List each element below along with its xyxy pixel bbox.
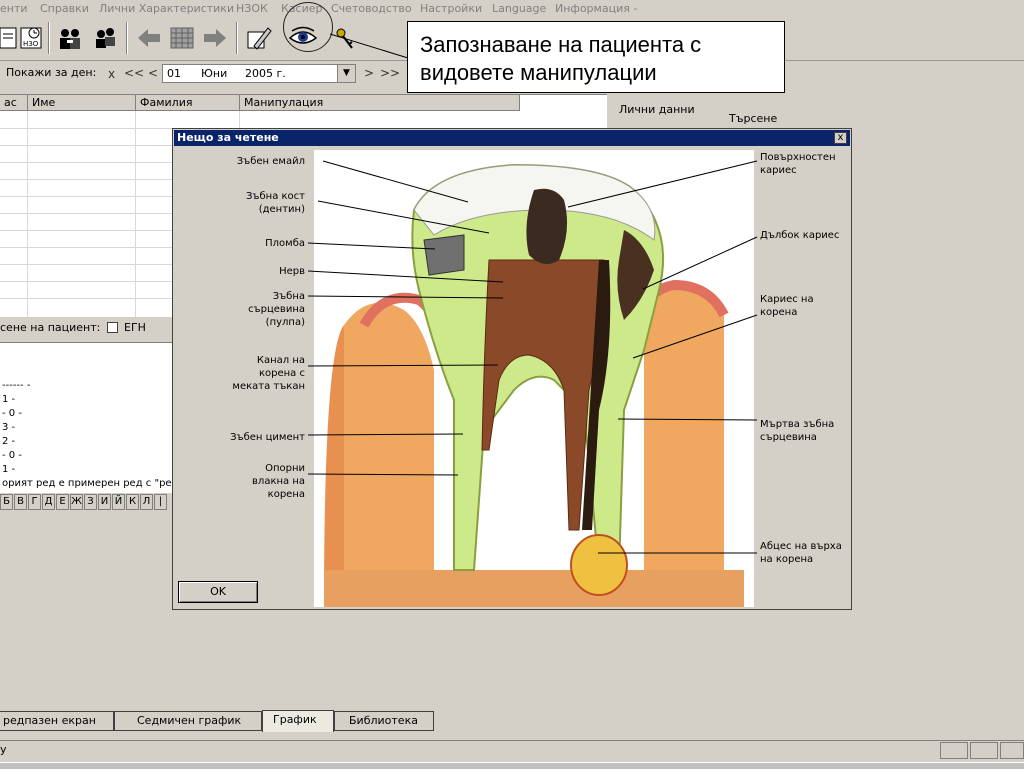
svg-text:НЗО: НЗО bbox=[23, 40, 39, 48]
status-bar: y bbox=[0, 740, 1024, 761]
label-pulp: Зъбна сърцевина (пулпа) bbox=[248, 291, 305, 328]
date-year: 2005 г. bbox=[245, 67, 286, 80]
egn-checkbox[interactable] bbox=[107, 322, 118, 333]
letter-button[interactable]: З bbox=[84, 494, 97, 510]
patient-search-label: сене на пациент: bbox=[0, 321, 101, 334]
status-panel bbox=[940, 742, 968, 759]
callout-box: Запознаване на пациента с видовете манип… bbox=[407, 21, 785, 93]
letter-button[interactable]: К bbox=[126, 494, 139, 510]
menu-item-accounting[interactable]: Счетоводство bbox=[331, 2, 412, 15]
clear-date-button[interactable]: x bbox=[108, 67, 115, 81]
dialog-title-bar[interactable]: Нещо за четене x bbox=[174, 130, 850, 146]
prev-button[interactable]: < bbox=[148, 66, 158, 80]
list-item: орият ред е примерен ред с "ре bbox=[2, 478, 172, 489]
dialog-title: Нещо за четене bbox=[177, 131, 279, 144]
label-root-abscess: Абцес на върха на корена bbox=[760, 541, 842, 565]
letter-button[interactable]: | bbox=[154, 494, 167, 510]
letter-button[interactable]: Л bbox=[140, 494, 153, 510]
patients-edit-icon[interactable] bbox=[90, 22, 120, 54]
date-field[interactable]: 01 Юни 2005 г. ▼ bbox=[162, 64, 356, 83]
list-item: ------ - bbox=[2, 380, 31, 391]
alphabet-filter: Б В Г Д Е Ж З И Й К Л | bbox=[0, 494, 172, 512]
next-fast-button[interactable]: >> bbox=[380, 66, 400, 80]
menu-item-information[interactable]: Информация - bbox=[555, 2, 637, 15]
tab-library[interactable]: Библиотека bbox=[334, 711, 434, 731]
label-deep-caries: Дълбок кариес bbox=[760, 230, 840, 241]
back-arrow-icon[interactable] bbox=[134, 22, 164, 54]
label-cementum: Зъбен цимент bbox=[230, 432, 305, 443]
menu-item-language[interactable]: Language bbox=[492, 2, 546, 15]
tooth-illustration bbox=[314, 150, 754, 607]
menu-item-settings[interactable]: Настройки bbox=[420, 2, 482, 15]
close-icon[interactable]: x bbox=[834, 132, 847, 144]
letter-button[interactable]: И bbox=[98, 494, 111, 510]
show-for-day-label: Покажи за ден: bbox=[6, 66, 97, 79]
list-item: 3 - bbox=[2, 422, 16, 433]
letter-button[interactable]: Ж bbox=[70, 494, 83, 510]
column-header-time[interactable]: ас bbox=[0, 95, 28, 111]
letter-button[interactable]: В bbox=[14, 494, 27, 510]
status-text: y bbox=[0, 743, 7, 756]
column-header-surname[interactable]: Фамилия bbox=[136, 95, 240, 111]
egn-label: ЕГН bbox=[124, 321, 146, 334]
list-item: 2 - bbox=[2, 436, 16, 447]
letter-button[interactable]: Д bbox=[42, 494, 55, 510]
date-month: Юни bbox=[201, 67, 228, 80]
reading-dialog: Нещо за четене x Зъбен емайл Зъбна кост … bbox=[172, 128, 852, 610]
letter-button[interactable]: Б bbox=[0, 494, 13, 510]
ok-button[interactable]: OK bbox=[178, 581, 258, 603]
menu-item-nzok[interactable]: НЗОК bbox=[236, 2, 268, 15]
list-item: 1 - bbox=[2, 464, 16, 475]
letter-button[interactable]: Г bbox=[28, 494, 41, 510]
personal-data-tab[interactable]: Лични данни bbox=[619, 103, 695, 116]
highlight-circle bbox=[283, 2, 333, 52]
patient-search-row: сене на пациент: ЕГН bbox=[0, 318, 172, 338]
patients-icon[interactable] bbox=[55, 22, 85, 54]
key-icon[interactable] bbox=[330, 22, 360, 54]
prev-fast-button[interactable]: << bbox=[124, 66, 144, 80]
status-panel bbox=[1000, 742, 1024, 759]
date-day: 01 bbox=[167, 67, 181, 80]
label-root-caries: Кариес на корена bbox=[760, 294, 814, 318]
label-enamel: Зъбен емайл bbox=[236, 156, 305, 167]
status-panel bbox=[970, 742, 998, 759]
next-button[interactable]: > bbox=[364, 66, 374, 80]
column-header-manipulation[interactable]: Манипулация bbox=[240, 95, 520, 111]
letter-button[interactable]: Е bbox=[56, 494, 69, 510]
label-surface-caries: Повърхностен кариес bbox=[760, 152, 836, 176]
label-root-fibers: Опорни влакна на корена bbox=[252, 463, 305, 500]
column-header-name[interactable]: Име bbox=[28, 95, 136, 111]
callout-text: Запознаване на пациента с видовете манип… bbox=[420, 32, 702, 85]
menu-item-reports[interactable]: Справки bbox=[40, 2, 89, 15]
list-item: - 0 - bbox=[2, 450, 22, 461]
label-dentin: Зъбна кост (дентин) bbox=[246, 191, 305, 215]
menu-item-personal-characteristics[interactable]: Лични Характеристики bbox=[99, 2, 234, 15]
label-nerve: Нерв bbox=[279, 266, 305, 277]
tab-weekly-schedule[interactable]: Седмичен график bbox=[114, 711, 262, 731]
info-list: ------ - 1 - - 0 - 3 - 2 - - 0 - 1 - ори… bbox=[0, 342, 172, 493]
list-item: - 0 - bbox=[2, 408, 22, 419]
grid-icon[interactable] bbox=[167, 22, 197, 54]
label-dead-pulp: Мъртва зъбна сърцевина bbox=[760, 419, 835, 443]
label-filling: Пломба bbox=[265, 238, 305, 249]
menu-item-clients[interactable]: енти bbox=[0, 2, 28, 15]
tab-screensaver[interactable]: редпазен екран bbox=[0, 711, 114, 731]
letter-button[interactable]: Й bbox=[112, 494, 125, 510]
tab-schedule[interactable]: График bbox=[262, 710, 334, 732]
list-item: 1 - bbox=[2, 394, 16, 405]
forward-arrow-icon[interactable] bbox=[200, 22, 230, 54]
calendar-icon[interactable]: НЗО bbox=[16, 22, 46, 54]
menu-bar: енти Справки Лични Характеристики НЗОК К… bbox=[0, 0, 1024, 18]
label-root-canal: Канал на корена с меката тъкан bbox=[232, 355, 305, 392]
bottom-tab-bar: редпазен екран Седмичен график График Би… bbox=[0, 710, 1024, 732]
edit-pen-icon[interactable] bbox=[244, 22, 274, 54]
search-tab[interactable]: Търсене bbox=[729, 112, 777, 125]
date-dropdown-button[interactable]: ▼ bbox=[337, 65, 355, 82]
